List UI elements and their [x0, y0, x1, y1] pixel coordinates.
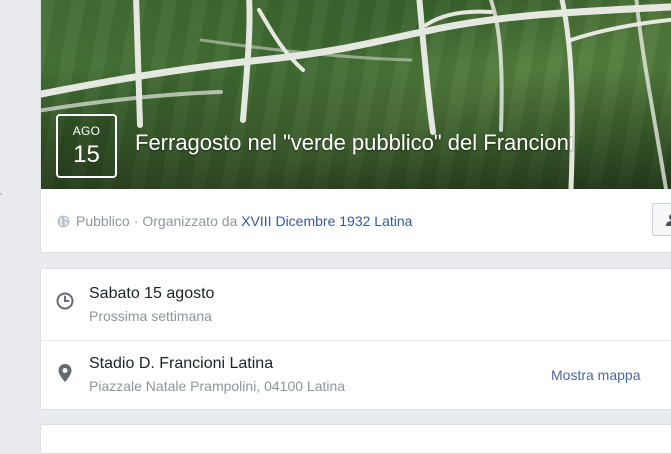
- person-icon: [666, 214, 671, 226]
- clock-icon: [56, 292, 74, 315]
- event-title: Ferragosto nel "verde pubblico" del Fran…: [135, 130, 574, 155]
- map-pin-icon: [56, 363, 74, 388]
- globe-icon: [57, 215, 70, 228]
- location-address: Piazzale Natale Prampolini, 04100 Latina: [89, 378, 346, 394]
- event-date-day: 15: [73, 141, 100, 168]
- event-date-text: Sabato 15 agosto: [89, 285, 215, 302]
- event-location-row[interactable]: Stadio D. Francioni Latina Piazzale Nata…: [41, 340, 671, 412]
- meta-separator: ·: [133, 213, 139, 229]
- event-meta: Pubblico · Organizzato da XVIII Dicembre…: [57, 213, 412, 229]
- event-date-month: AGO: [72, 124, 101, 138]
- show-map-link[interactable]: Mostra mappa: [551, 367, 640, 383]
- privacy-label: Pubblico: [76, 213, 130, 229]
- event-time-row: Sabato 15 agosto Prossima settimana: [41, 269, 671, 340]
- event-relative-time: Prossima settimana: [89, 308, 212, 324]
- join-button[interactable]: [652, 203, 671, 236]
- location-name: Stadio D. Francioni Latina: [89, 355, 274, 372]
- goal-net-graphic: [41, 0, 671, 189]
- event-date-badge: AGO 15: [56, 114, 117, 178]
- organized-by-label: Organizzato da: [142, 213, 238, 229]
- next-card: [40, 424, 671, 454]
- event-header-card: AGO 15 Ferragosto nel "verde pubblico" d…: [40, 0, 671, 253]
- organizer-link[interactable]: XVIII Dicembre 1932 Latina: [241, 213, 412, 229]
- event-details-card: Sabato 15 agosto Prossima settimana Stad…: [40, 268, 671, 410]
- cover-photo: [41, 0, 671, 189]
- left-edge-marker: [0, 193, 2, 195]
